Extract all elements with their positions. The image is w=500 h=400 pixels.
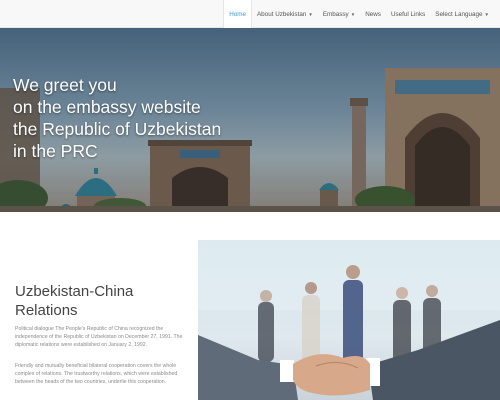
hero-line: on the embassy website [13, 97, 201, 117]
hero-line: in the PRC [13, 141, 98, 161]
nav-language-label: Select Language [435, 10, 483, 18]
main-nav: Home About Uzbekistan ▼ Embassy ▼ News U… [223, 0, 494, 29]
caret-down-icon: ▼ [484, 11, 489, 17]
handshake-photo [198, 240, 500, 400]
nav-news-label: News [365, 10, 381, 18]
caret-down-icon: ▼ [350, 11, 356, 17]
nav-useful-links[interactable]: Useful Links [386, 0, 430, 28]
nav-embassy[interactable]: Embassy ▼ [318, 0, 360, 28]
nav-about-uzbekistan[interactable]: About Uzbekistan ▼ [252, 0, 318, 28]
hero-heading: We greet you on the embassy website the … [13, 74, 221, 162]
section-paragraph: Political dialogue The People's Republic… [15, 326, 183, 349]
nav-home[interactable]: Home [223, 0, 252, 29]
page: Home About Uzbekistan ▼ Embassy ▼ News U… [0, 0, 500, 400]
nav-home-label: Home [229, 11, 246, 18]
nav-about-label: About Uzbekistan [256, 10, 307, 18]
nav-select-language[interactable]: Select Language ▼ [430, 0, 494, 28]
nav-embassy-label: Embassy [322, 10, 349, 18]
navbar: Home About Uzbekistan ▼ Embassy ▼ News U… [0, 0, 500, 29]
nav-useful-links-label: Useful Links [390, 10, 426, 18]
section-paragraph: Friendly and mutually beneficial bilater… [15, 363, 178, 386]
hero-line: We greet you [13, 75, 117, 95]
hero-line: the Republic of Uzbekistan [13, 119, 222, 139]
hero-banner: We greet you on the embassy website the … [0, 28, 500, 212]
caret-down-icon: ▼ [308, 11, 313, 17]
section-title: Uzbekistan-China Relations [15, 283, 134, 319]
nav-news[interactable]: News [360, 0, 386, 28]
handshake-illustration [198, 240, 500, 400]
